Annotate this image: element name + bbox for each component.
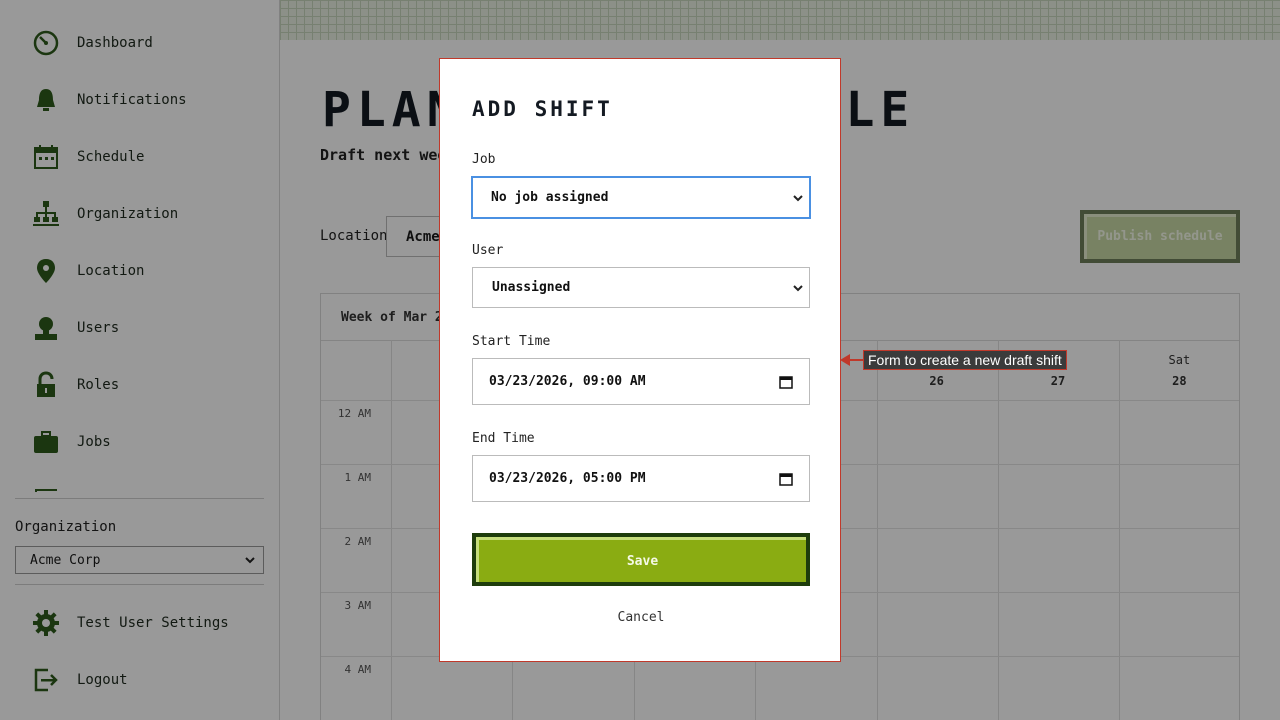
user-select-value: Unassigned	[492, 280, 571, 295]
modal-title: ADD SHIFT	[472, 97, 613, 121]
start-time-label: Start Time	[472, 334, 551, 349]
annotation-label: Form to create a new draft shift	[863, 350, 1067, 370]
save-button[interactable]: Save	[472, 533, 810, 586]
calendar-picker-icon[interactable]	[779, 375, 793, 389]
job-select-value: No job assigned	[491, 190, 609, 205]
chevron-down-icon	[793, 284, 803, 291]
end-time-input[interactable]: 03/23/2026, 05:00 PM	[472, 455, 810, 502]
calendar-picker-icon[interactable]	[779, 472, 793, 486]
job-select[interactable]: No job assigned	[471, 176, 811, 219]
start-time-value: 03/23/2026, 09:00 AM	[489, 374, 646, 389]
save-button-label: Save	[476, 537, 806, 582]
start-time-input[interactable]: 03/23/2026, 09:00 AM	[472, 358, 810, 405]
end-time-label: End Time	[472, 431, 535, 446]
cancel-button[interactable]: Cancel	[472, 610, 810, 625]
user-select[interactable]: Unassigned	[472, 267, 810, 308]
annotation-arrow-icon	[840, 354, 865, 366]
end-time-value: 03/23/2026, 05:00 PM	[489, 471, 646, 486]
add-shift-modal: ADD SHIFT Job No job assigned User Unass…	[439, 58, 841, 662]
user-label: User	[472, 243, 504, 258]
job-label: Job	[472, 152, 496, 167]
chevron-down-icon	[793, 194, 803, 201]
